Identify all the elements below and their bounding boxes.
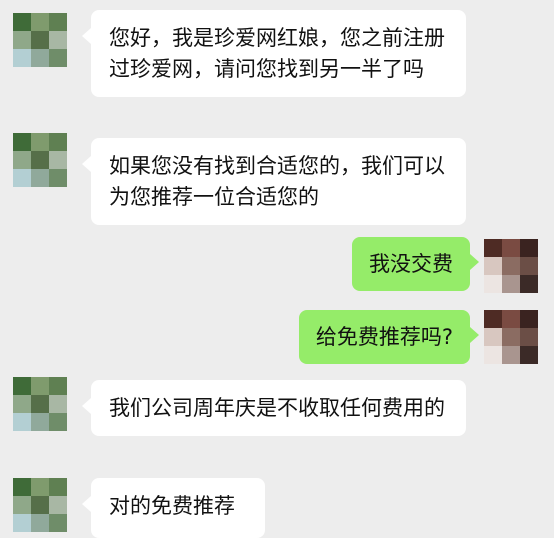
avatar-mosaic-cell [49,151,67,169]
avatar-mosaic-cell [13,496,31,514]
avatar-mosaic-cell [520,275,538,293]
contact-avatar[interactable] [13,13,67,67]
avatar-mosaic-cell [502,328,520,346]
avatar-mosaic-cell [520,257,538,275]
avatar-mosaic-cell [13,151,31,169]
avatar-mosaic-cell [31,377,49,395]
avatar-mosaic-cell [49,514,67,532]
avatar-mosaic-cell [13,377,31,395]
avatar-mosaic-cell [484,275,502,293]
avatar-mosaic-cell [520,310,538,328]
avatar-mosaic-cell [49,13,67,31]
avatar-mosaic-cell [484,328,502,346]
avatar-mosaic-cell [13,13,31,31]
avatar-mosaic-cell [49,169,67,187]
incoming-message-bubble[interactable]: 对的免费推荐 [82,478,265,538]
avatar-mosaic-cell [31,151,49,169]
avatar-mosaic-cell [484,239,502,257]
contact-avatar[interactable] [13,478,67,532]
avatar-mosaic-cell [31,13,49,31]
avatar-mosaic-cell [49,413,67,431]
avatar-mosaic-cell [31,395,49,413]
avatar-mosaic-cell [31,49,49,67]
avatar-mosaic-cell [31,31,49,49]
avatar-mosaic-cell [484,310,502,328]
avatar-mosaic-cell [13,169,31,187]
incoming-message-bubble[interactable]: 我们公司周年庆是不收取任何费用的 [82,380,466,436]
avatar-mosaic-cell [484,257,502,275]
avatar-mosaic-cell [31,478,49,496]
avatar-mosaic-cell [502,346,520,364]
avatar-mosaic-cell [13,514,31,532]
avatar-mosaic-cell [520,239,538,257]
avatar-mosaic-cell [13,395,31,413]
avatar-mosaic-cell [502,275,520,293]
avatar-mosaic-cell [520,346,538,364]
avatar-mosaic-cell [13,49,31,67]
avatar-mosaic-cell [520,328,538,346]
user-avatar[interactable] [484,239,538,293]
avatar-mosaic-cell [31,169,49,187]
avatar-mosaic-cell [49,31,67,49]
avatar-mosaic-cell [31,496,49,514]
avatar-mosaic-cell [13,133,31,151]
outgoing-message-bubble[interactable]: 给免费推荐吗? [298,310,480,364]
avatar-mosaic-cell [49,133,67,151]
avatar-mosaic-cell [502,257,520,275]
avatar-mosaic-cell [31,514,49,532]
contact-avatar[interactable] [13,377,67,431]
avatar-mosaic-cell [502,310,520,328]
avatar-mosaic-cell [31,413,49,431]
avatar-mosaic-cell [13,413,31,431]
avatar-mosaic-cell [31,133,49,151]
avatar-mosaic-cell [484,346,502,364]
avatar-mosaic-cell [49,49,67,67]
chat-conversation: 您好，我是珍爱网红娘，您之前注册过珍爱网，请问您找到另一半了吗 如果您没有找到合… [0,0,554,538]
avatar-mosaic-cell [49,395,67,413]
incoming-message-bubble[interactable]: 您好，我是珍爱网红娘，您之前注册过珍爱网，请问您找到另一半了吗 [82,10,466,97]
outgoing-message-bubble[interactable]: 我没交费 [352,237,479,291]
avatar-mosaic-cell [13,31,31,49]
avatar-mosaic-cell [502,239,520,257]
incoming-message-bubble[interactable]: 如果您没有找到合适您的，我们可以为您推荐一位合适您的 [82,138,466,225]
avatar-mosaic-cell [49,496,67,514]
avatar-mosaic-cell [13,478,31,496]
user-avatar[interactable] [484,310,538,364]
avatar-mosaic-cell [49,377,67,395]
avatar-mosaic-cell [49,478,67,496]
contact-avatar[interactable] [13,133,67,187]
